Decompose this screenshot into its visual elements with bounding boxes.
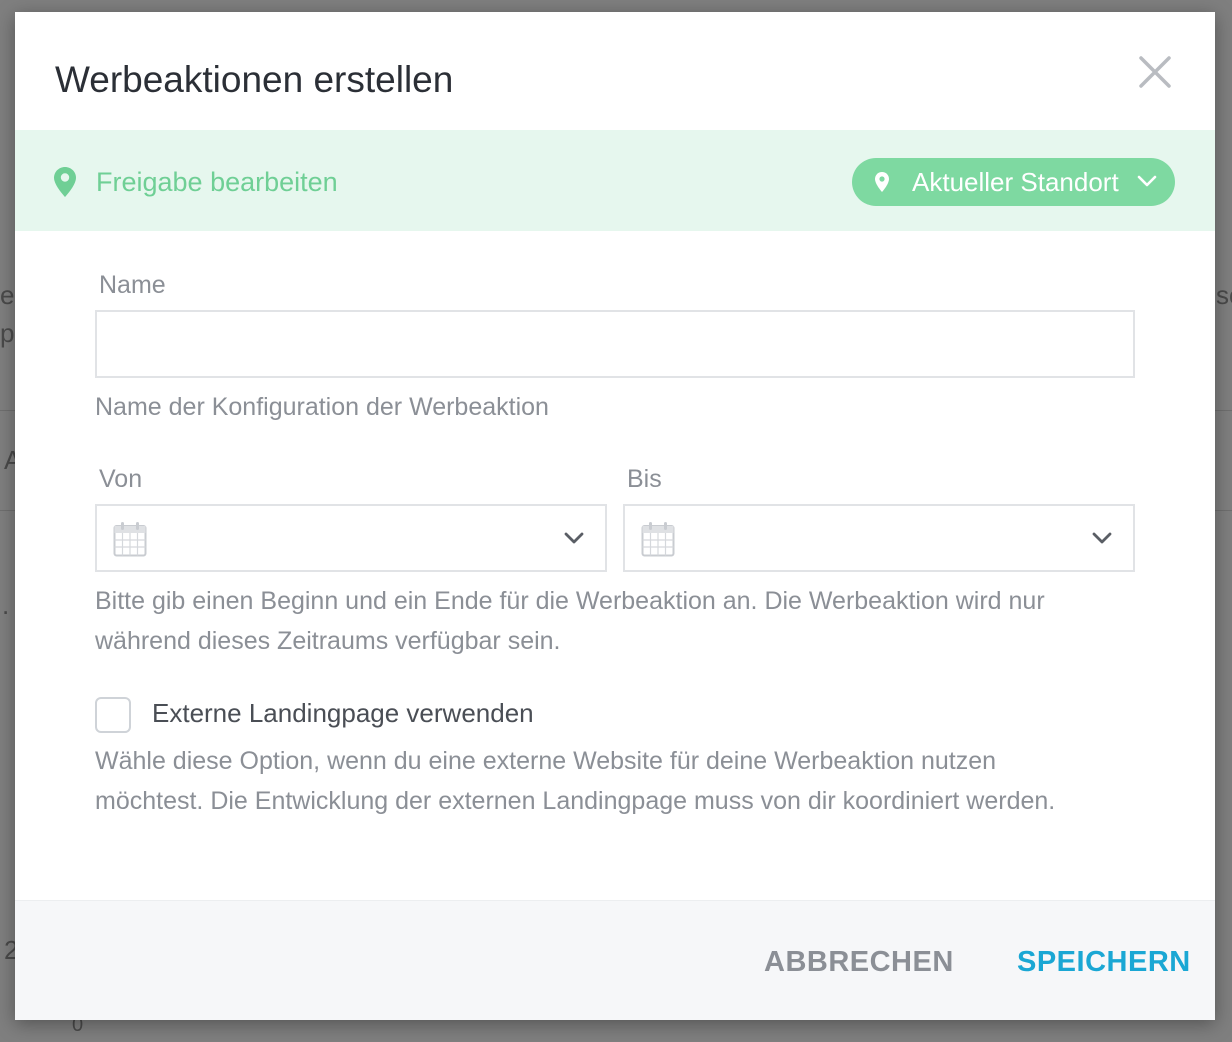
current-location-button[interactable]: Aktueller Standort xyxy=(852,158,1175,206)
to-label: Bis xyxy=(627,465,662,493)
name-help-text: Name der Konfiguration der Werbeaktion xyxy=(95,393,549,421)
date-help-text-line2: während dieses Zeitraums verfügbar sein. xyxy=(95,627,561,655)
external-landingpage-help-line2: möchtest. Die Entwicklung der externen L… xyxy=(95,787,1056,815)
map-pin-icon xyxy=(54,167,76,197)
chevron-down-icon xyxy=(1137,175,1157,187)
chevron-down-icon xyxy=(1092,532,1112,544)
calendar-icon xyxy=(641,522,675,557)
cancel-button[interactable]: ABBRECHEN xyxy=(764,945,954,979)
share-settings-bar: Freigabe bearbeiten Aktueller Standort xyxy=(15,130,1215,231)
external-landingpage-help-line1: Wähle diese Option, wenn du eine externe… xyxy=(95,747,997,775)
from-label: Von xyxy=(99,465,143,493)
create-promotion-dialog: Werbeaktionen erstellen Freigabe bearbei… xyxy=(15,12,1215,1020)
close-button[interactable] xyxy=(1133,50,1177,94)
dialog-footer: ABBRECHEN SPEICHERN xyxy=(15,900,1215,1020)
map-pin-icon xyxy=(875,172,889,192)
date-help-text-line1: Bitte gib einen Beginn und ein Ende für … xyxy=(95,587,1045,615)
dialog-header: Werbeaktionen erstellen xyxy=(15,12,1215,130)
background-fragment: p xyxy=(0,318,15,348)
chevron-down-icon xyxy=(564,532,584,544)
background-fragment: so xyxy=(1216,280,1232,310)
edit-share-link[interactable]: Freigabe bearbeiten xyxy=(96,166,338,198)
calendar-icon xyxy=(113,522,147,557)
external-landingpage-label[interactable]: Externe Landingpage verwenden xyxy=(152,698,534,728)
external-landingpage-checkbox[interactable] xyxy=(95,697,131,733)
current-location-label: Aktueller Standort xyxy=(912,167,1119,197)
name-input[interactable] xyxy=(95,310,1135,378)
name-label: Name xyxy=(99,271,166,299)
close-icon xyxy=(1139,56,1171,88)
save-button[interactable]: SPEICHERN xyxy=(1017,945,1191,979)
from-date-select[interactable] xyxy=(95,504,607,572)
dialog-title: Werbeaktionen erstellen xyxy=(55,59,454,100)
background-fragment: . xyxy=(2,590,10,620)
to-date-select[interactable] xyxy=(623,504,1135,572)
